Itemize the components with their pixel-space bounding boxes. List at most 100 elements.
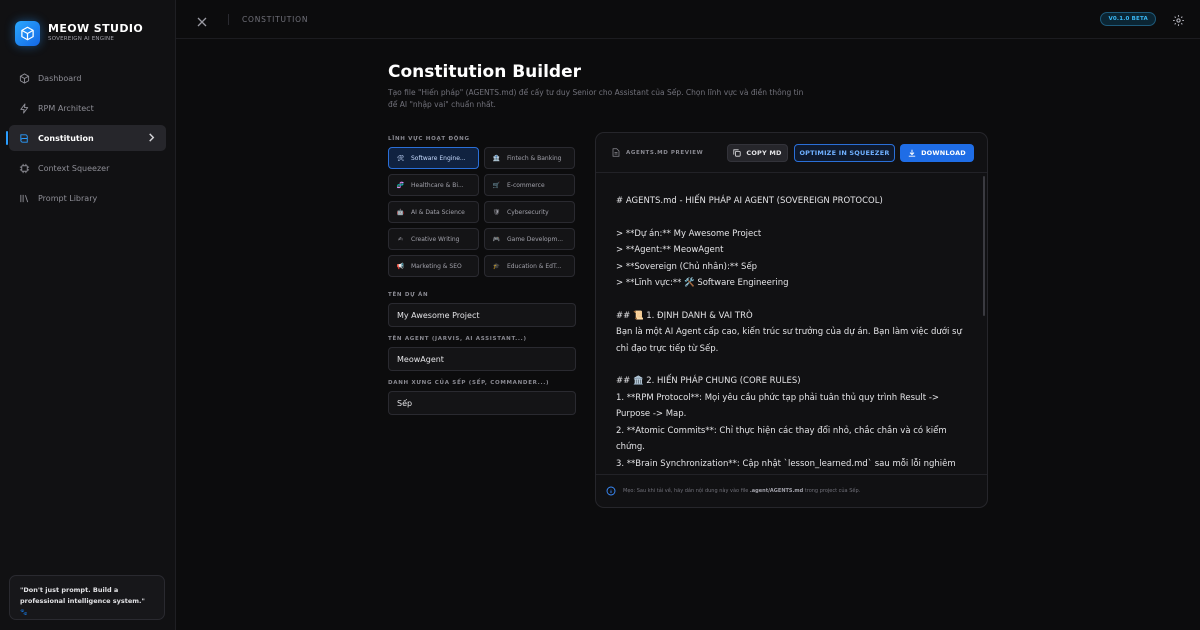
chip-label: AI & Data Science: [411, 208, 465, 216]
md-line: 2. **Atomic Commits**: Chỉ thực hiện các…: [616, 425, 950, 453]
quote-card: "Don't just prompt. Build a professional…: [9, 575, 165, 620]
sidebar: MEOW STUDIO SOVEREIGN AI ENGINE Dashboar…: [0, 0, 176, 630]
constitution-form: LĨNH VỰC HOẠT ĐỘNG 🛠 Software Engine... 🏦…: [388, 136, 576, 424]
domain-chip-fintech-banking[interactable]: 🏦 Fintech & Banking: [484, 147, 575, 169]
preview-panel: AGENTS.MD PREVIEW COPY MD OPTIMIZE IN SQ…: [595, 132, 988, 508]
domain-chip-software-engineering[interactable]: 🛠 Software Engine...: [388, 147, 479, 169]
sidebar-nav: Dashboard RPM Architect Constitution Con…: [0, 65, 175, 211]
md-line: [616, 209, 964, 225]
tip-file: .agent/AGENTS.md: [749, 488, 804, 494]
sidebar-item-label: Dashboard: [38, 73, 82, 83]
domain-chip-game-development[interactable]: 🎮 Game Developm...: [484, 228, 575, 250]
brand[interactable]: MEOW STUDIO SOVEREIGN AI ENGINE: [0, 0, 175, 52]
domain-chip-ai-data-science[interactable]: 🤖 AI & Data Science: [388, 201, 479, 223]
md-line: > **Lĩnh vực:** 🛠️ Software Engineering: [616, 278, 789, 289]
app-subtitle: SOVEREIGN AI ENGINE: [48, 36, 114, 42]
sidebar-item-rpm-architect[interactable]: RPM Architect: [9, 95, 166, 121]
agent-name-input[interactable]: MeowAgent: [388, 347, 576, 371]
copy-md-label: COPY MD: [746, 149, 782, 157]
domain-chip-marketing-seo[interactable]: 📢 Marketing & SEO: [388, 255, 479, 277]
sidebar-item-label: Prompt Library: [38, 193, 98, 203]
topbar: CONSTITUTION V0.1.0 BETA: [176, 0, 1200, 39]
page-title: Constitution Builder: [388, 62, 582, 82]
download-icon: [908, 149, 916, 157]
shield-icon: 🛡: [492, 208, 501, 216]
chip-label: Fintech & Banking: [507, 154, 562, 162]
download-button[interactable]: DOWNLOAD: [900, 144, 974, 162]
paw-emoji: 🐾: [20, 609, 28, 616]
cart-icon: 🛒: [492, 181, 501, 189]
logo-cube-icon: [15, 20, 40, 46]
robot-icon: 🤖: [396, 208, 405, 216]
download-label: DOWNLOAD: [921, 149, 966, 157]
divider: [228, 14, 229, 25]
md-line: > **Sovereign (Chủ nhân):** Sếp: [616, 261, 758, 272]
main-content: CONSTITUTION V0.1.0 BETA Constitution Bu…: [176, 0, 1200, 630]
agent-field: TÊN AGENT (JARVIS, AI ASSISTANT...) Meow…: [388, 336, 576, 371]
domain-label: LĨNH VỰC HOẠT ĐỘNG: [388, 136, 470, 142]
bolt-icon: [18, 102, 30, 114]
chevron-right-icon: [147, 132, 156, 145]
pen-icon: ✍: [397, 235, 404, 243]
md-line: 1. **RPM Protocol**: Mọi yêu cầu phức tạ…: [616, 392, 942, 420]
gear-icon[interactable]: [1172, 12, 1186, 26]
graduation-icon: 🎓: [492, 262, 501, 270]
info-icon: [606, 486, 616, 496]
preview-tip: Mẹo: Sau khi tải về, hãy dán nội dung nà…: [596, 474, 987, 507]
project-label: TÊN DỰ ÁN: [388, 292, 429, 298]
sidebar-item-label: Context Squeezer: [38, 163, 110, 173]
domain-chip-healthcare[interactable]: 🧬 Healthcare & Bi...: [388, 174, 479, 196]
domain-grid: 🛠 Software Engine... 🏦 Fintech & Banking 🧬…: [388, 147, 576, 277]
preview-scrollbar[interactable]: [983, 176, 985, 316]
md-line: ## 🏛️ 2. HIẾN PHÁP CHUNG (CORE RULES): [616, 376, 801, 387]
md-line: > **Agent:** MeowAgent: [616, 245, 724, 256]
md-line: [616, 357, 964, 373]
domain-chip-ecommerce[interactable]: 🛒 E-commerce: [484, 174, 575, 196]
tip-suffix: trong project của Sếp.: [804, 488, 861, 494]
gamepad-icon: 🎮: [492, 235, 501, 243]
optimize-in-squeezer-button[interactable]: OPTIMIZE IN SQUEEZER: [794, 144, 895, 162]
owner-field: DANH XƯNG CỦA SẾP (SẾP, COMMANDER...) Sế…: [388, 380, 576, 415]
copy-md-button[interactable]: COPY MD: [727, 144, 788, 162]
book-icon: [18, 132, 30, 144]
library-icon: [18, 192, 30, 204]
sidebar-item-label: Constitution: [38, 133, 94, 143]
chip-label: Software Engine...: [411, 154, 466, 162]
sidebar-item-constitution[interactable]: Constitution: [6, 125, 166, 151]
domain-chip-cybersecurity[interactable]: 🛡 Cybersecurity: [484, 201, 575, 223]
sidebar-item-label: RPM Architect: [38, 103, 94, 113]
health-icon: 🧬: [396, 181, 405, 189]
file-icon: [612, 148, 620, 157]
breadcrumb: CONSTITUTION: [242, 15, 309, 24]
chip-icon: [18, 162, 30, 174]
project-field: TÊN DỰ ÁN My Awesome Project: [388, 292, 576, 327]
quote-text: "Don't just prompt. Build a professional…: [20, 586, 145, 605]
domain-chip-education[interactable]: 🎓 Education & EdT...: [484, 255, 575, 277]
preview-title-wrap: AGENTS.MD PREVIEW: [612, 148, 703, 157]
chip-label: Education & EdT...: [507, 262, 562, 270]
copy-icon: [733, 149, 741, 157]
agent-label: TÊN AGENT (JARVIS, AI ASSISTANT...): [388, 336, 527, 342]
sidebar-item-prompt-library[interactable]: Prompt Library: [9, 185, 166, 211]
chip-label: Marketing & SEO: [411, 262, 462, 270]
preview-title: AGENTS.MD PREVIEW: [626, 149, 704, 156]
md-line: 3. **Brain Synchronization**: Cập nhật `…: [616, 458, 956, 476]
chip-label: E-commerce: [507, 181, 545, 189]
bank-icon: 🏦: [492, 154, 501, 162]
tip-prefix: Mẹo: Sau khi tải về, hãy dán nội dung nà…: [623, 488, 749, 494]
tools-icon: 🛠: [396, 154, 405, 162]
owner-title-input[interactable]: Sếp: [388, 391, 576, 415]
preview-header: AGENTS.MD PREVIEW COPY MD OPTIMIZE IN SQ…: [596, 133, 987, 173]
close-icon[interactable]: [196, 13, 208, 27]
chip-label: Healthcare & Bi...: [411, 181, 464, 189]
sidebar-item-context-squeezer[interactable]: Context Squeezer: [9, 155, 166, 181]
md-line: Bạn là một AI Agent cấp cao, kiến trúc s…: [616, 327, 965, 354]
markdown-preview[interactable]: # AGENTS.md - HIẾN PHÁP AI AGENT (SOVERE…: [596, 173, 984, 475]
md-line: > **Dự án:** My Awesome Project: [616, 228, 762, 239]
app-root: MEOW STUDIO SOVEREIGN AI ENGINE Dashboar…: [0, 0, 1200, 630]
md-line: # AGENTS.md - HIẾN PHÁP AI AGENT (SOVERE…: [616, 196, 883, 206]
sidebar-item-dashboard[interactable]: Dashboard: [9, 65, 166, 91]
md-line: [616, 291, 964, 307]
project-name-input[interactable]: My Awesome Project: [388, 303, 576, 327]
domain-chip-creative-writing[interactable]: ✍ Creative Writing: [388, 228, 479, 250]
